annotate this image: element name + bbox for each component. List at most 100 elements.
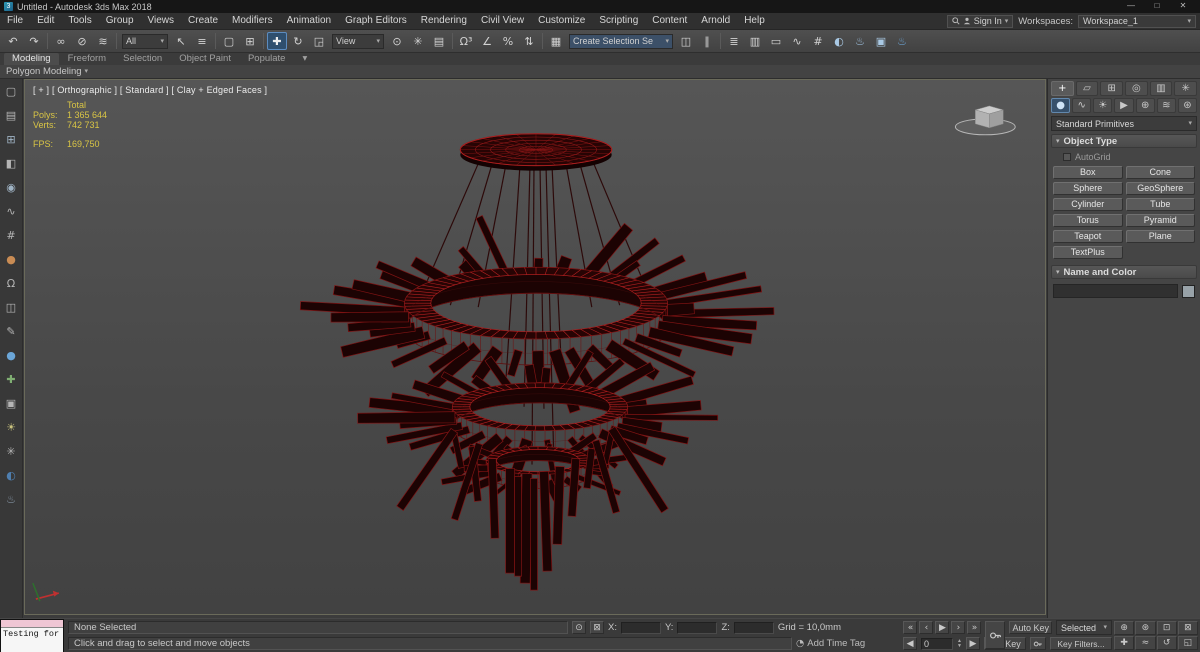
rollout-object-type[interactable]: ▾ Object Type bbox=[1051, 134, 1197, 148]
maximize-viewport-icon[interactable]: ◱ bbox=[1177, 636, 1198, 650]
autogrid-checkbox[interactable] bbox=[1063, 153, 1071, 161]
create-plane-button[interactable]: Plane bbox=[1125, 230, 1195, 243]
redo-icon[interactable]: ↷ bbox=[24, 32, 44, 50]
create-textplus-button[interactable]: TextPlus bbox=[1053, 246, 1123, 259]
select-and-move-icon[interactable]: ✚ bbox=[267, 32, 287, 50]
dock-camera-icon[interactable]: ▣ bbox=[3, 395, 20, 412]
pan-view-icon[interactable]: ✚ bbox=[1114, 636, 1135, 650]
workspace-dropdown[interactable]: Workspace_1 ▾ bbox=[1078, 14, 1196, 28]
spinner-snap-icon[interactable]: ⇅ bbox=[519, 32, 539, 50]
maximize-button[interactable]: □ bbox=[1144, 0, 1170, 13]
menu-arnold[interactable]: Arnold bbox=[694, 13, 737, 29]
viewcube-widget[interactable] bbox=[954, 105, 1016, 136]
geometry-category[interactable]: ● bbox=[1051, 98, 1071, 113]
chandelier-model[interactable] bbox=[25, 80, 1045, 614]
add-time-tag[interactable]: ◔ Add Time Tag bbox=[796, 638, 865, 649]
select-by-name-icon[interactable]: ≡ bbox=[192, 32, 212, 50]
snaps-toggle-icon[interactable]: Ω³ bbox=[456, 32, 476, 50]
rendered-frame-window-icon[interactable]: ▣ bbox=[871, 32, 891, 50]
object-name-field[interactable] bbox=[1053, 284, 1178, 298]
select-and-scale-icon[interactable]: ◲ bbox=[309, 32, 329, 50]
rectangular-selection-region-icon[interactable]: ▢ bbox=[219, 32, 239, 50]
edit-named-selection-sets-icon[interactable]: ▦ bbox=[546, 32, 566, 50]
ribbon-tab-selection[interactable]: Selection bbox=[115, 53, 170, 65]
dock-display-icon[interactable]: ◧ bbox=[3, 155, 20, 172]
zoom-icon[interactable]: ⊕ bbox=[1114, 621, 1135, 635]
create-pyramid-button[interactable]: Pyramid bbox=[1125, 214, 1195, 227]
utilities-tab[interactable]: ✳ bbox=[1174, 81, 1198, 96]
dock-mirror-icon[interactable]: ◫ bbox=[3, 299, 20, 316]
menu-graph-editors[interactable]: Graph Editors bbox=[338, 13, 414, 29]
angle-snap-icon[interactable]: ∠ bbox=[477, 32, 497, 50]
dock-paint-icon[interactable]: ✎ bbox=[3, 323, 20, 340]
maxscript-mini-listener[interactable]: Testing for bbox=[0, 619, 64, 652]
menu-content[interactable]: Content bbox=[645, 13, 694, 29]
dock-select-region-icon[interactable]: ▢ bbox=[3, 83, 20, 100]
previous-key-icon[interactable]: ◀ bbox=[903, 637, 918, 650]
ribbon-tab-object-paint[interactable]: Object Paint bbox=[171, 53, 239, 65]
viewport[interactable]: [ + ] [ Orthographic ] [ Standard ] [ Cl… bbox=[24, 79, 1046, 615]
create-sphere-button[interactable]: Sphere bbox=[1053, 182, 1123, 195]
frame-spinner[interactable]: ▲ ▼ bbox=[957, 639, 962, 649]
next-key-icon[interactable]: ▶ bbox=[966, 637, 980, 650]
rollout-name-and-color[interactable]: ▾ Name and Color bbox=[1051, 265, 1197, 279]
menu-modifiers[interactable]: Modifiers bbox=[225, 13, 280, 29]
ribbon-tab-populate[interactable]: Populate bbox=[240, 53, 294, 65]
sign-in-button[interactable]: Sign In ▾ bbox=[946, 14, 1014, 28]
material-editor-icon[interactable]: ◐ bbox=[829, 32, 849, 50]
systems-category[interactable]: ⊛ bbox=[1177, 98, 1197, 113]
next-frame-icon[interactable]: › bbox=[951, 621, 966, 634]
transform-z-input[interactable] bbox=[733, 621, 774, 634]
curve-editor-icon[interactable]: ∿ bbox=[787, 32, 807, 50]
undo-icon[interactable]: ↶ bbox=[3, 32, 23, 50]
create-teapot-button[interactable]: Teapot bbox=[1053, 230, 1123, 243]
reference-coordinate-dropdown[interactable]: View ▾ bbox=[332, 33, 384, 49]
ribbon-tab-freeform[interactable]: Freeform bbox=[60, 53, 115, 65]
play-animation-icon[interactable]: ▶ bbox=[935, 621, 950, 634]
ribbon-tab-modeling[interactable]: Modeling bbox=[4, 53, 59, 65]
hierarchy-tab[interactable]: ⊞ bbox=[1100, 81, 1124, 96]
menu-scripting[interactable]: Scripting bbox=[592, 13, 645, 29]
ribbon-subtab-bar[interactable]: Polygon Modeling ▾ bbox=[0, 65, 1200, 79]
current-frame-input[interactable] bbox=[921, 637, 954, 650]
window-crossing-toggle-icon[interactable]: ⊞ bbox=[240, 32, 260, 50]
motion-tab[interactable]: ◎ bbox=[1125, 81, 1148, 96]
align-icon[interactable]: ∥ bbox=[697, 32, 717, 50]
menu-animation[interactable]: Animation bbox=[280, 13, 338, 29]
create-tab[interactable]: + bbox=[1051, 81, 1074, 96]
dock-render-icon[interactable]: ♨ bbox=[3, 491, 20, 508]
select-object-icon[interactable]: ↖ bbox=[171, 32, 191, 50]
unlink-selection-icon[interactable]: ⊘ bbox=[72, 32, 92, 50]
zoom-extents-icon[interactable]: ⊡ bbox=[1156, 621, 1177, 635]
menu-create[interactable]: Create bbox=[181, 13, 225, 29]
set-key-mode-button[interactable] bbox=[985, 621, 1006, 649]
selected-filter-dropdown[interactable]: Selected ▾ bbox=[1056, 620, 1112, 635]
create-tube-button[interactable]: Tube bbox=[1125, 198, 1195, 211]
object-color-swatch[interactable] bbox=[1182, 284, 1195, 298]
close-button[interactable]: ✕ bbox=[1170, 0, 1196, 13]
dock-material-icon[interactable]: ◐ bbox=[3, 467, 20, 484]
menu-help[interactable]: Help bbox=[737, 13, 772, 29]
dock-utility-icon[interactable]: ✳ bbox=[3, 443, 20, 460]
dock-snap-icon[interactable]: Ω bbox=[3, 275, 20, 292]
create-box-button[interactable]: Box bbox=[1053, 166, 1123, 179]
selection-filter-dropdown[interactable]: All ▾ bbox=[122, 33, 168, 49]
layer-explorer-icon[interactable]: ▥ bbox=[745, 32, 765, 50]
isolate-selection-toggle[interactable]: ⊙ bbox=[572, 621, 586, 634]
select-and-rotate-icon[interactable]: ↻ bbox=[288, 32, 308, 50]
render-production-icon[interactable]: ♨ bbox=[892, 32, 912, 50]
cameras-category[interactable]: ▶ bbox=[1114, 98, 1134, 113]
listener-strip[interactable]: Testing for bbox=[1, 628, 63, 652]
key-filters-button[interactable]: Key Filters... bbox=[1050, 637, 1112, 650]
percent-snap-icon[interactable]: % bbox=[498, 32, 518, 50]
select-link-icon[interactable]: ∞ bbox=[51, 32, 71, 50]
selection-lock-toggle[interactable]: ⊠ bbox=[590, 621, 604, 634]
auto-key-button[interactable]: Auto Key bbox=[1009, 621, 1052, 634]
select-and-manipulate-icon[interactable]: ✳ bbox=[408, 32, 428, 50]
dock-layer-icon[interactable]: ▤ bbox=[3, 107, 20, 124]
modify-tab[interactable]: ▱ bbox=[1075, 81, 1099, 96]
set-keys-icon-button[interactable] bbox=[1030, 637, 1046, 650]
shapes-category[interactable]: ∿ bbox=[1072, 98, 1092, 113]
dock-grid-icon[interactable]: # bbox=[3, 227, 20, 244]
primitives-dropdown[interactable]: Standard Primitives ▾ bbox=[1051, 116, 1197, 131]
